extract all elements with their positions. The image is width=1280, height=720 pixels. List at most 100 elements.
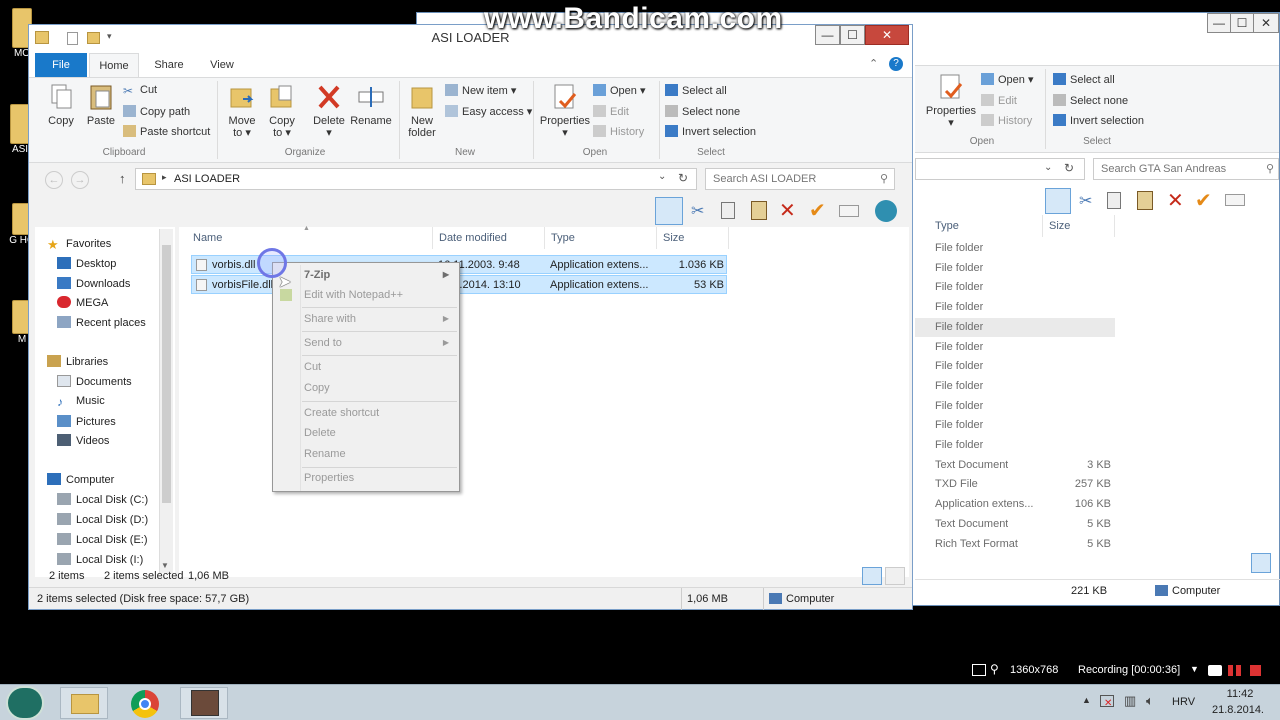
bg-invert-selection-button[interactable]: Invert selection: [1053, 114, 1144, 127]
start-orb-icon[interactable]: [6, 686, 44, 720]
nav-favorites[interactable]: ★ Favorites: [47, 237, 111, 252]
pause-icon[interactable]: [1236, 665, 1241, 676]
nav-downloads[interactable]: Downloads: [57, 277, 130, 290]
menu-item-7zip[interactable]: 7-Zip ▶: [273, 265, 459, 285]
taskbar-explorer-button[interactable]: [60, 687, 108, 719]
address-bar[interactable]: ▸ ASI LOADER ⌄ ↻: [135, 168, 697, 190]
bg-address-bar[interactable]: ⌄ ↻: [915, 158, 1085, 180]
rename-icon[interactable]: [1225, 194, 1245, 206]
bg-table-row[interactable]: Text Document 5 KB: [915, 515, 1115, 534]
edit-button[interactable]: Edit: [593, 105, 629, 118]
preview-pane-icon[interactable]: [1045, 188, 1071, 214]
menu-item-send-to[interactable]: Send to ▶: [273, 333, 459, 353]
bg-table-row[interactable]: Application extens... 106 KB: [915, 495, 1115, 514]
bg-table-row[interactable]: File folder: [915, 317, 1115, 337]
properties-button[interactable]: Properties ▾: [537, 83, 593, 139]
language-indicator[interactable]: HRV: [1172, 696, 1195, 708]
breadcrumb[interactable]: ASI LOADER: [174, 173, 240, 185]
bg-table-row[interactable]: Text Document 3 KB: [915, 456, 1115, 475]
menu-item-share-with[interactable]: Share with ▶: [273, 309, 459, 329]
back-arrow-icon[interactable]: ←: [45, 171, 63, 189]
nav-desktop[interactable]: Desktop: [57, 257, 116, 270]
menu-item-create-shortcut[interactable]: Create shortcut: [273, 403, 459, 423]
taskbar-game-button[interactable]: [180, 687, 228, 719]
menu-item-edit-notepad[interactable]: Edit with Notepad++: [273, 285, 459, 305]
paste-icon[interactable]: [751, 201, 767, 220]
nav-mega[interactable]: MEGA: [57, 296, 108, 309]
minimize-button[interactable]: —: [1207, 13, 1231, 33]
up-arrow-icon[interactable]: ↑: [119, 171, 126, 186]
stop-icon[interactable]: [1250, 665, 1261, 676]
nav-local-disk-d[interactable]: Local Disk (D:): [57, 513, 148, 526]
bg-column-type[interactable]: Type: [929, 215, 1043, 237]
refresh-icon[interactable]: ↻: [678, 171, 688, 185]
bg-properties-button[interactable]: Properties ▾: [922, 73, 980, 129]
copy-path-button[interactable]: Copy path: [123, 105, 190, 118]
network-icon[interactable]: ▥: [1124, 693, 1136, 709]
details-view-icon[interactable]: [862, 567, 882, 585]
copy-button[interactable]: Copy: [43, 83, 79, 127]
menu-item-properties[interactable]: Properties: [273, 468, 459, 488]
chevron-down-icon[interactable]: ▼: [1190, 664, 1199, 674]
cut-icon[interactable]: ✂: [1079, 191, 1092, 211]
tab-file[interactable]: File: [35, 53, 87, 77]
share-icon[interactable]: [875, 200, 897, 222]
clock-date[interactable]: 21.8.2014.: [1200, 704, 1276, 716]
new-item-button[interactable]: New item ▾: [445, 84, 516, 97]
nav-local-disk-c[interactable]: Local Disk (C:): [57, 493, 148, 506]
bg-table-row[interactable]: File folder: [915, 338, 1115, 357]
screen-icon[interactable]: [972, 664, 986, 676]
bg-select-none-button[interactable]: Select none: [1053, 94, 1128, 107]
collapse-ribbon-icon[interactable]: ⌃: [869, 57, 878, 70]
nav-scrollbar[interactable]: ▼: [159, 229, 173, 573]
column-size[interactable]: Size: [657, 227, 729, 249]
bg-table-row[interactable]: File folder: [915, 239, 1115, 258]
tab-view[interactable]: View: [197, 53, 247, 77]
select-all-button[interactable]: Select all: [665, 84, 727, 97]
bg-table-row[interactable]: File folder: [915, 416, 1115, 435]
cut-button[interactable]: ✂ Cut: [123, 84, 157, 98]
menu-item-delete[interactable]: Delete: [273, 423, 459, 443]
copy-to-button[interactable]: Copy to ▾: [263, 83, 301, 139]
bg-table-row[interactable]: File folder: [915, 278, 1115, 297]
camera-icon[interactable]: [1208, 665, 1222, 676]
bg-table-row[interactable]: Rich Text Format 5 KB: [915, 535, 1115, 554]
refresh-icon[interactable]: ↻: [1064, 161, 1074, 175]
maximize-button[interactable]: ☐: [1230, 13, 1254, 33]
new-folder-button[interactable]: New folder: [403, 83, 441, 139]
select-none-button[interactable]: Select none: [665, 105, 740, 118]
checkmark-icon[interactable]: ✔: [809, 198, 826, 223]
rename-button[interactable]: Rename: [349, 83, 393, 127]
paste-button[interactable]: Paste: [83, 83, 119, 127]
delete-button[interactable]: Delete ▾: [309, 83, 349, 139]
bg-table-row[interactable]: File folder: [915, 259, 1115, 278]
bg-history-button[interactable]: History: [981, 114, 1032, 127]
clock-time[interactable]: 11:42: [1208, 688, 1272, 700]
bg-table-row[interactable]: File folder: [915, 357, 1115, 376]
tab-home[interactable]: Home: [89, 53, 139, 77]
help-icon[interactable]: ?: [889, 57, 903, 71]
cut-icon[interactable]: ✂: [691, 201, 704, 221]
tray-expand-icon[interactable]: ▲: [1082, 695, 1091, 705]
bg-select-all-button[interactable]: Select all: [1053, 73, 1115, 86]
preview-pane-icon[interactable]: [655, 197, 683, 225]
open-button[interactable]: Open ▾: [593, 84, 646, 97]
copy-icon[interactable]: [721, 202, 735, 219]
menu-item-cut[interactable]: Cut: [273, 357, 459, 377]
nav-computer[interactable]: Computer: [47, 473, 114, 486]
move-to-button[interactable]: Move to ▾: [223, 83, 261, 139]
close-button[interactable]: ✕: [1253, 13, 1279, 33]
search-input[interactable]: Search ASI LOADER ⚲: [705, 168, 895, 190]
bg-table-row[interactable]: File folder: [915, 397, 1115, 416]
nav-libraries[interactable]: Libraries: [47, 355, 108, 368]
invert-selection-button[interactable]: Invert selection: [665, 125, 756, 138]
explorer-window[interactable]: ▾ ASI LOADER — ☐ ✕ File Home Share View …: [28, 24, 913, 610]
bg-table-row[interactable]: File folder: [915, 377, 1115, 396]
delete-icon[interactable]: ✕: [779, 198, 796, 223]
nav-recent-places[interactable]: Recent places: [57, 316, 146, 329]
column-date-modified[interactable]: Date modified: [433, 227, 545, 249]
scroll-down-icon[interactable]: ▼: [161, 561, 169, 570]
checkmark-icon[interactable]: ✔: [1195, 188, 1212, 213]
paste-icon[interactable]: [1137, 191, 1153, 210]
bg-table-row[interactable]: TXD File 257 KB: [915, 475, 1115, 494]
